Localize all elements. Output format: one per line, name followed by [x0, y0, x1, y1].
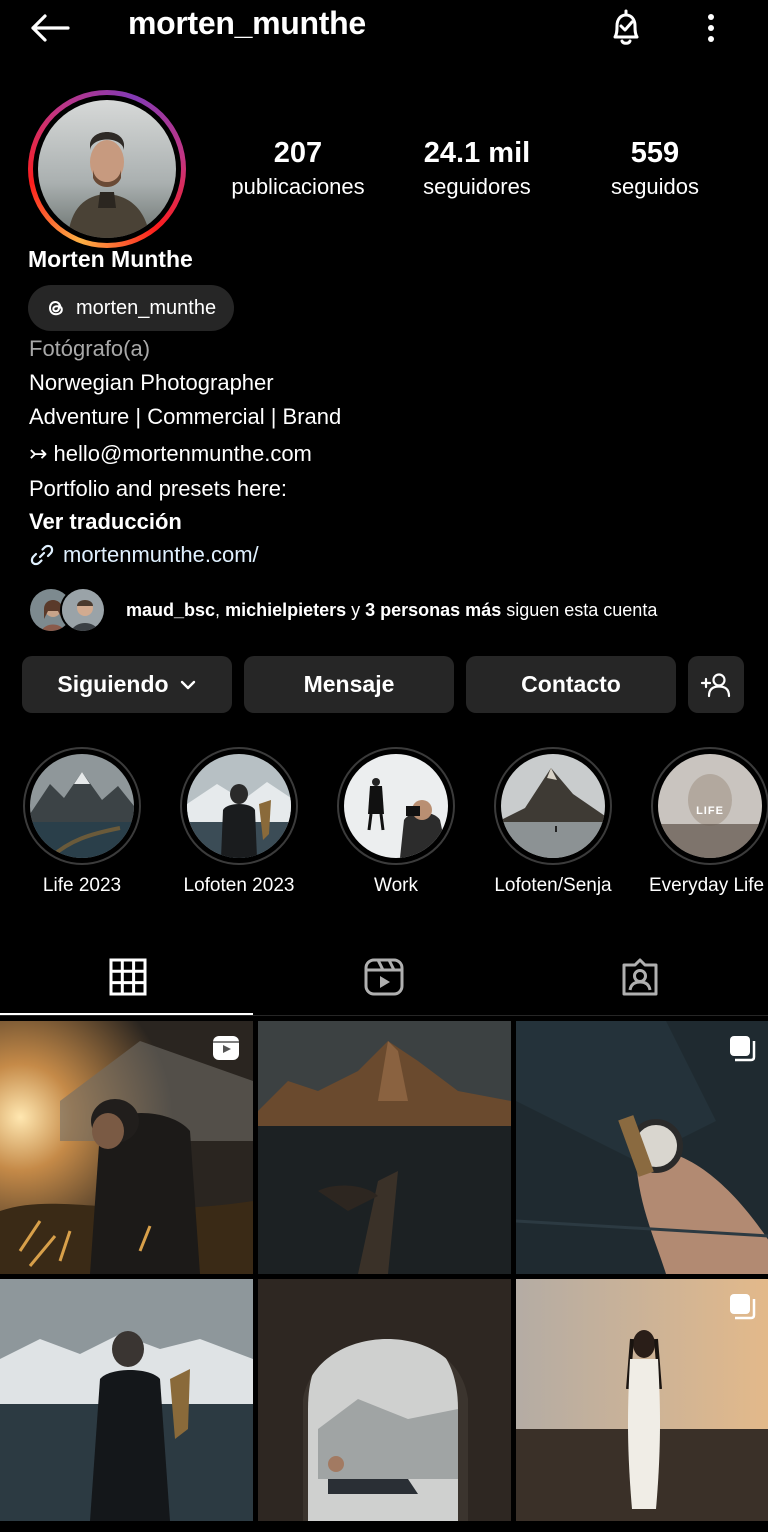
highlight-ring — [494, 747, 612, 865]
mutual-followers[interactable]: maud_bsc, michielpieters y 3 personas má… — [28, 585, 657, 635]
highlight-title: Lofoten/Senja — [494, 875, 612, 896]
highlight-title: Work — [374, 875, 418, 896]
mutual-mid: y — [346, 599, 366, 620]
highlight-title: Everyday Life — [649, 875, 765, 896]
message-label: Mensaje — [303, 671, 395, 697]
top-bar: morten_munthe — [0, 0, 768, 56]
post-tile[interactable] — [0, 1279, 253, 1532]
post-tile[interactable] — [0, 1021, 253, 1274]
post-tile[interactable] — [258, 1021, 511, 1274]
threads-handle: morten_munthe — [76, 296, 217, 319]
carousel-badge-icon — [730, 1294, 756, 1320]
website-url: mortenmunthe.com/ — [63, 542, 259, 567]
bio-line-4: Portfolio and presets here: — [29, 476, 288, 501]
chevron-down-icon — [180, 680, 195, 689]
profile-category: Fotógrafo(a) — [29, 336, 151, 361]
tagged-icon — [622, 958, 658, 996]
followers-count: 24.1 mil — [423, 137, 531, 169]
posts-stat[interactable]: 207 publicaciones — [218, 134, 378, 202]
notifications-button[interactable] — [600, 4, 652, 52]
highlight-ring: LIFE — [651, 747, 768, 865]
more-options-button[interactable] — [690, 4, 732, 52]
carousel-badge-icon — [730, 1036, 756, 1062]
highlight-everyday-life[interactable]: LIFE Everyday Life — [635, 747, 768, 897]
back-arrow-icon — [31, 14, 70, 42]
mutual-user-2[interactable]: michielpieters — [225, 600, 346, 620]
highlight-cover — [501, 754, 605, 858]
posts-count: 207 — [273, 137, 323, 169]
contact-button[interactable]: Contacto — [466, 656, 676, 713]
post-tile[interactable] — [258, 1279, 511, 1532]
highlight-ring — [23, 747, 141, 865]
notification-bell-icon — [613, 9, 639, 45]
highlight-title: Lofoten 2023 — [183, 875, 295, 896]
website-link[interactable]: mortenmunthe.com/ — [29, 540, 259, 570]
profile-username: morten_munthe — [128, 5, 366, 41]
highlight-cover — [344, 754, 448, 858]
highlight-title: Life 2023 — [42, 875, 122, 896]
mutual-tail: siguen esta cuenta — [501, 599, 658, 620]
highlight-cover — [187, 754, 291, 858]
story-ring[interactable] — [28, 90, 186, 248]
reels-icon — [364, 958, 404, 996]
back-button[interactable] — [24, 8, 74, 48]
followers-stat[interactable]: 24.1 mil seguidores — [404, 134, 550, 202]
reel-badge-icon — [213, 1036, 239, 1060]
profile-avatar[interactable] — [38, 100, 176, 238]
highlight-cover: LIFE — [658, 754, 762, 858]
more-vertical-icon — [708, 14, 714, 42]
message-button[interactable]: Mensaje — [244, 656, 454, 713]
tab-divider — [0, 1015, 768, 1016]
see-translation-link[interactable]: Ver traducción — [29, 507, 182, 537]
suggested-users-button[interactable] — [688, 656, 744, 713]
bio-line-3: ↣ hello@mortenmunthe.com — [29, 441, 312, 466]
tab-reels[interactable] — [256, 940, 512, 1014]
threads-badge[interactable]: morten_munthe — [28, 285, 235, 331]
followers-label: seguidores — [423, 174, 531, 199]
highlight-lofoten-senja[interactable]: Lofoten/Senja — [478, 747, 628, 897]
post-tile[interactable] — [516, 1279, 768, 1532]
tab-tagged[interactable] — [512, 940, 768, 1014]
highlight-lofoten-2023[interactable]: Lofoten 2023 — [164, 747, 314, 897]
mutual-user-1[interactable]: maud_bsc — [126, 600, 215, 620]
bio-line-1: Norwegian Photographer — [29, 370, 274, 395]
bio-line-2: Adventure | Commercial | Brand — [29, 404, 342, 429]
link-icon — [30, 544, 54, 566]
highlight-ring — [337, 747, 455, 865]
mutual-sep: , — [215, 599, 226, 620]
avatar-gap — [33, 95, 181, 243]
add-person-icon — [700, 672, 731, 697]
highlight-ring — [180, 747, 298, 865]
posts-label: publicaciones — [231, 174, 365, 199]
threads-icon — [48, 300, 63, 316]
contact-label: Contacto — [521, 671, 621, 697]
following-button[interactable]: Siguiendo — [22, 656, 232, 713]
highlight-overlay-text: LIFE — [696, 805, 724, 817]
mutual-followers-text: maud_bsc, michielpieters y 3 personas má… — [126, 600, 657, 621]
highlight-work[interactable]: Work — [321, 747, 471, 897]
tab-posts-grid[interactable] — [0, 940, 256, 1014]
following-label: seguidos — [610, 174, 700, 199]
profile-full-name: Morten Munthe — [28, 246, 193, 272]
highlight-cover — [30, 754, 134, 858]
mutual-others[interactable]: 3 personas más — [365, 600, 501, 620]
following-label: Siguiendo — [57, 671, 169, 697]
grid-icon — [109, 958, 147, 996]
mutual-avatar-2 — [60, 587, 106, 633]
following-stat[interactable]: 559 seguidos — [590, 134, 720, 202]
following-count: 559 — [630, 137, 680, 169]
highlight-life-2023[interactable]: Life 2023 — [7, 747, 157, 897]
post-tile[interactable] — [516, 1021, 768, 1274]
